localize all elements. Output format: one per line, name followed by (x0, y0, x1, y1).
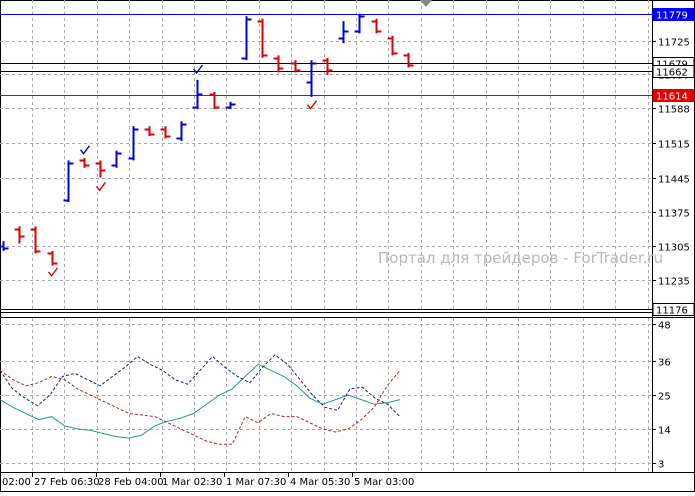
price-tick-label: 11515 (658, 140, 690, 151)
checkmark-icon (47, 267, 59, 278)
indicator-series (0, 354, 401, 445)
time-tick-label: 27 Feb 06:30 (34, 477, 100, 488)
indicator-tick-label: 25 (658, 392, 671, 403)
time-tick-label: 28 Feb 04:00 (98, 477, 164, 488)
price-tick-label: 11235 (658, 277, 690, 288)
chart-canvas[interactable]: 1177911725116571158811515114451137511305… (0, 0, 695, 492)
ohlc-bar (111, 150, 122, 168)
indicator-tick-label: 48 (658, 321, 671, 332)
time-tick-label: 1 Mar 02:30 (162, 477, 222, 488)
trade-checkmarks (47, 64, 318, 278)
checkmark-icon (79, 145, 91, 155)
checkmark-icon (306, 100, 318, 110)
price-line-label: 11779 (656, 11, 688, 22)
price-line-label: 11176 (656, 306, 688, 317)
price-tick-label: 11588 (658, 105, 690, 116)
time-tick-label: 5 Mar 03:00 (354, 477, 414, 488)
grid-lines (0, 0, 652, 472)
time-tick-label: 02:00 (2, 477, 31, 488)
indicator-series-line (0, 369, 401, 445)
price-line-label: 11662 (656, 68, 688, 79)
ohlc-bars (0, 13, 414, 266)
indicator-tick-label: 36 (658, 358, 671, 369)
ohlc-bar (176, 121, 187, 141)
indicator-series-line (0, 354, 401, 417)
price-axis-ticks: 1177911725116571158811515114451137511305… (652, 11, 690, 317)
price-tick-label: 11445 (658, 175, 690, 186)
time-tick-label: 1 Mar 07:30 (226, 477, 286, 488)
ohlc-bar (403, 52, 414, 68)
price-tick-label: 11725 (658, 38, 690, 49)
ohlc-bar (306, 60, 317, 97)
ohlc-bar (30, 226, 41, 254)
ohlc-bar (144, 126, 155, 136)
ohlc-bar (387, 35, 398, 56)
time-tick-label: 4 Mar 05:30 (290, 477, 350, 488)
ohlc-bar (241, 16, 252, 61)
ohlc-bar (338, 21, 349, 44)
ohlc-bar (14, 226, 25, 244)
price-tick-label: 11375 (658, 209, 690, 220)
ohlc-bar (128, 126, 139, 161)
time-axis: 02:00 27 Feb 06:3028 Feb 04:001 Mar 02:30… (0, 472, 414, 488)
watermark-text: Портал для трейдеров - ForTrader.ru (378, 249, 663, 267)
ohlc-bar (79, 158, 90, 168)
ohlc-bar (371, 18, 382, 34)
scroll-marker-icon (420, 0, 432, 7)
indicator-tick-label: 14 (658, 426, 671, 437)
trading-chart[interactable]: 1177911725116571158811515114451137511305… (0, 0, 695, 492)
indicator-series-line (0, 363, 401, 439)
ohlc-bar (209, 92, 220, 110)
indicator-axis-ticks: 48 36 25 14 3 (652, 321, 671, 471)
price-lines: 1177911679116621161411176 (0, 8, 695, 317)
indicator-tick-label: 3 (658, 460, 664, 471)
ohlc-bar (47, 250, 58, 266)
price-line-label: 11614 (656, 92, 688, 103)
